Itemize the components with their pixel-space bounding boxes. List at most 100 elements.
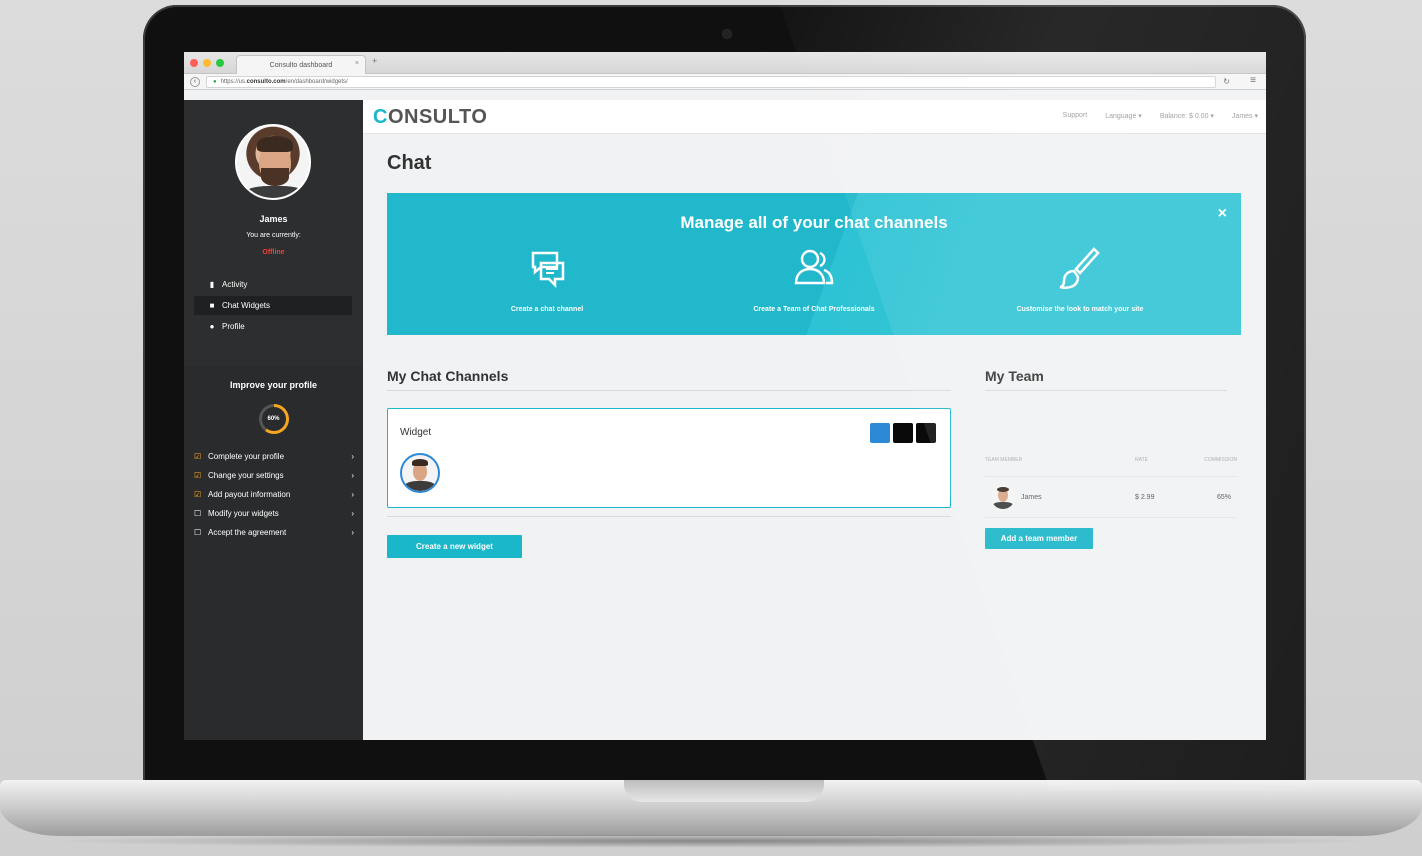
divider (985, 390, 1227, 391)
divider (387, 516, 951, 517)
team-table-header: TEAM MEMBER RATE COMMISSION (985, 457, 1237, 463)
progress-label: 60% (261, 407, 286, 431)
color-swatch[interactable] (893, 423, 913, 443)
status-label: You are currently: (246, 232, 301, 239)
checklist-item-accept-agreement[interactable]: ☐ Accept the agreement › (194, 523, 354, 542)
color-swatch[interactable] (916, 423, 936, 443)
new-tab-icon[interactable]: + (372, 56, 377, 66)
browser-tab[interactable]: Consulto dashboard × (236, 55, 366, 74)
brush-icon (1059, 247, 1100, 289)
unchecked-icon: ☐ (194, 509, 202, 518)
screen: Consulto dashboard × + ‹ ● https://us. co… (184, 52, 1266, 740)
team-title: My Team (985, 368, 1044, 384)
team-member-commission: 65% (1216, 493, 1231, 501)
checklist-label: Accept the agreement (208, 528, 287, 537)
brand-logo-initial: C (373, 106, 388, 128)
window-controls (184, 58, 224, 67)
team-member-name: James (1021, 493, 1042, 501)
checklist-item-complete-profile[interactable]: ☑ Complete your profile › (194, 447, 354, 466)
feature-label: Create a Team of Chat Professionals (753, 306, 875, 313)
feature-label: Customise the look to match your site (1016, 306, 1144, 313)
chat-icon: ■ (209, 301, 215, 310)
maximize-window-button[interactable] (216, 58, 224, 67)
menu-icon[interactable]: ≡ (1250, 75, 1256, 86)
team-icon (794, 249, 834, 285)
bar-chart-icon: ▮ (209, 280, 215, 289)
team-member-rate: $ 2.99 (1135, 493, 1155, 501)
back-icon[interactable]: ‹ (190, 76, 200, 87)
chevron-right-icon: › (351, 490, 354, 499)
chevron-right-icon: › (351, 509, 354, 518)
checklist-label: Change your settings (208, 471, 284, 480)
side-nav: ▮ Activity ■ Chat Widgets ● Profile (194, 275, 352, 338)
table-row[interactable]: James $ 2.99 65% (985, 476, 1237, 518)
sidebar-item-profile[interactable]: ● Profile (194, 317, 352, 336)
checklist-label: Add payout information (208, 490, 291, 499)
avatar (991, 485, 1015, 509)
checked-icon: ☑ (194, 490, 202, 499)
balance-dropdown[interactable]: Balance: $ 0.00 ▾ (1160, 112, 1214, 120)
tab-close-icon[interactable]: × (355, 60, 359, 67)
checklist-item-add-payout[interactable]: ☑ Add payout information › (194, 485, 354, 504)
checklist-item-modify-widgets[interactable]: ☐ Modify your widgets › (194, 504, 354, 523)
support-link[interactable]: Support (1063, 112, 1088, 120)
minimize-window-button[interactable] (203, 58, 211, 67)
lock-icon: ● (213, 78, 217, 85)
channels-title: My Chat Channels (387, 368, 509, 384)
address-bar: ‹ ● https://us. consulto.com/en/dashboard… (184, 74, 1266, 90)
banner-title: Manage all of your chat channels (680, 213, 948, 232)
info-banner: Manage all of your chat channels × Creat… (387, 193, 1241, 335)
sidebar-item-label: Activity (222, 280, 248, 289)
user-menu[interactable]: James ▾ (1232, 112, 1258, 120)
color-swatch[interactable] (870, 423, 890, 443)
profile-name: James (259, 214, 288, 224)
laptop-notch (624, 780, 824, 802)
reload-icon[interactable]: ↻ (1223, 77, 1230, 86)
brand-logo-text: ONSULTO (387, 106, 488, 128)
url-prefix: https://us. (220, 78, 247, 85)
feature-label: Create a chat channel (510, 306, 584, 313)
checklist-label: Modify your widgets (208, 509, 279, 518)
feature-create-channel: Create a chat channel (447, 245, 647, 313)
sidebar-item-activity[interactable]: ▮ Activity (194, 275, 352, 294)
user-icon: ● (209, 322, 215, 331)
chevron-right-icon: › (351, 471, 354, 480)
sidebar-item-label: Profile (222, 322, 245, 331)
checklist-item-change-settings[interactable]: ☑ Change your settings › (194, 466, 354, 485)
browser-tab-title: Consulto dashboard (269, 61, 333, 69)
status-value[interactable]: Offline (184, 249, 363, 256)
add-team-member-button[interactable]: Add a team member (985, 528, 1093, 549)
sidebar-item-chat-widgets[interactable]: ■ Chat Widgets (194, 296, 352, 315)
sidebar-profile: James You are currently: Offline ▮ Activ… (184, 100, 363, 366)
feature-customise-look: Customise the look to match your site (980, 245, 1180, 313)
laptop-shadow (40, 834, 1382, 848)
checked-icon: ☑ (194, 471, 202, 480)
chat-bubbles-icon (531, 251, 565, 289)
column-header-rate: RATE (1135, 457, 1148, 463)
column-header-commission: COMMISSION (1204, 457, 1237, 463)
widget-avatar (400, 453, 440, 493)
improve-title: Improve your profile (229, 380, 318, 390)
chevron-right-icon: › (351, 528, 354, 537)
brand-logo[interactable]: CONSULTO (373, 106, 487, 129)
page-title: Chat (387, 152, 432, 174)
create-widget-button[interactable]: Create a new widget (387, 535, 522, 558)
widget-card[interactable]: Widget (387, 408, 951, 508)
url-input[interactable]: ● https://us. consulto.com/en/dashboard/w… (206, 75, 1216, 88)
camera-icon (723, 30, 731, 38)
chevron-right-icon: › (351, 452, 354, 461)
close-icon[interactable]: × (1218, 205, 1227, 223)
avatar[interactable] (235, 124, 311, 200)
browser-tab-bar: Consulto dashboard × + (184, 52, 1266, 74)
topbar: CONSULTO Support Language ▾ Balance: $ 0… (363, 100, 1266, 134)
unchecked-icon: ☐ (194, 528, 202, 537)
sidebar: James You are currently: Offline ▮ Activ… (184, 100, 363, 740)
top-links: Support Language ▾ Balance: $ 0.00 ▾ Jam… (1063, 112, 1258, 120)
close-window-button[interactable] (190, 58, 198, 67)
widget-name: Widget (400, 427, 432, 438)
main-content: CONSULTO Support Language ▾ Balance: $ 0… (363, 100, 1266, 740)
language-dropdown[interactable]: Language ▾ (1105, 112, 1142, 120)
app: James You are currently: Offline ▮ Activ… (184, 100, 1266, 740)
feature-create-team: Create a Team of Chat Professionals (714, 245, 914, 313)
checked-icon: ☑ (194, 452, 202, 461)
